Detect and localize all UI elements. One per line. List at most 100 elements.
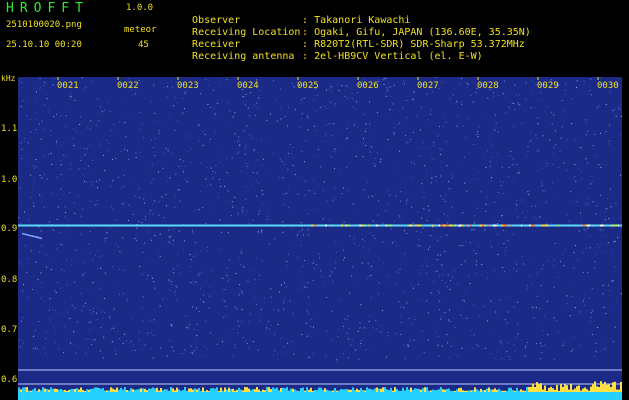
noise-speckle (130, 119, 131, 121)
noise-speckle (261, 260, 263, 262)
noise-speckle (563, 265, 565, 267)
noise-floor-spike (156, 387, 158, 392)
noise-speckle (352, 266, 354, 268)
noise-speckle (433, 281, 434, 283)
noise-speckle (500, 342, 502, 344)
noise-speckle (307, 282, 309, 283)
noise-speckle (603, 149, 605, 151)
noise-speckle (66, 333, 68, 335)
noise-speckle (73, 128, 75, 130)
noise-speckle (414, 188, 416, 190)
noise-speckle (166, 180, 168, 182)
noise-speckle (167, 150, 169, 152)
noise-speckle (604, 211, 606, 213)
noise-speckle (489, 240, 491, 242)
noise-speckle (356, 215, 358, 217)
noise-speckle (454, 327, 456, 329)
noise-speckle (289, 300, 291, 302)
noise-speckle (605, 243, 607, 245)
noise-speckle (394, 220, 395, 222)
noise-speckle (287, 126, 288, 128)
noise-speckle (458, 305, 460, 306)
noise-speckle (158, 193, 159, 195)
noise-speckle (252, 172, 254, 174)
noise-speckle (135, 349, 136, 351)
noise-speckle (138, 333, 140, 335)
noise-speckle (485, 210, 487, 212)
noise-speckle (603, 152, 605, 154)
noise-speckle (33, 348, 35, 350)
noise-speckle (212, 207, 214, 209)
noise-speckle (163, 87, 165, 89)
noise-speckle (143, 303, 145, 305)
noise-speckle (219, 219, 221, 221)
noise-speckle (120, 187, 122, 189)
noise-speckle (47, 356, 49, 357)
noise-speckle (285, 158, 287, 160)
noise-speckle (216, 151, 218, 153)
noise-speckle (524, 355, 525, 357)
noise-speckle (372, 235, 374, 237)
noise-floor-spike (198, 387, 200, 392)
noise-speckle (258, 278, 260, 280)
noise-speckle (96, 200, 98, 202)
noise-speckle (448, 319, 450, 321)
noise-speckle (561, 126, 563, 128)
noise-speckle (175, 294, 177, 296)
noise-speckle (302, 234, 304, 236)
noise-speckle (86, 148, 88, 150)
noise-speckle (99, 143, 101, 145)
noise-speckle (70, 108, 72, 110)
noise-speckle (325, 330, 327, 332)
noise-speckle (476, 131, 478, 133)
noise-speckle (439, 339, 441, 341)
noise-floor-spike (534, 387, 536, 392)
noise-speckle (58, 348, 60, 350)
noise-speckle (123, 202, 125, 204)
noise-speckle (82, 262, 84, 264)
noise-speckle (348, 338, 350, 340)
noise-speckle (584, 279, 586, 281)
noise-speckle (551, 111, 552, 113)
noise-speckle (499, 180, 501, 182)
noise-floor-spike (544, 385, 546, 392)
noise-floor-spike (422, 387, 424, 392)
noise-speckle (611, 280, 613, 282)
noise-speckle (327, 295, 329, 297)
noise-speckle (595, 264, 597, 266)
noise-speckle (365, 349, 367, 351)
noise-speckle (289, 159, 290, 161)
noise-speckle (52, 84, 54, 86)
noise-floor-spike (490, 389, 492, 392)
noise-speckle (305, 322, 307, 324)
noise-speckle (44, 104, 46, 106)
noise-speckle (343, 221, 345, 223)
noise-speckle (567, 214, 568, 216)
noise-speckle (270, 296, 272, 298)
carrier-highlight (617, 224, 619, 227)
noise-floor-spike (280, 388, 282, 392)
noise-speckle (189, 316, 191, 317)
noise-speckle (505, 247, 507, 248)
noise-speckle (540, 339, 542, 340)
noise-speckle (160, 239, 162, 241)
noise-speckle (24, 141, 26, 143)
noise-speckle (153, 281, 155, 283)
noise-speckle (70, 93, 72, 94)
noise-speckle (76, 255, 78, 257)
noise-speckle (516, 164, 518, 166)
noise-speckle (81, 310, 83, 312)
noise-speckle (89, 330, 91, 332)
noise-speckle (496, 358, 498, 360)
noise-speckle (332, 123, 334, 125)
noise-speckle (377, 111, 378, 113)
noise-speckle (126, 340, 127, 342)
noise-speckle (517, 216, 519, 218)
noise-speckle (435, 77, 437, 79)
noise-speckle (403, 159, 405, 161)
noise-speckle (521, 256, 523, 258)
noise-speckle (245, 148, 247, 150)
noise-speckle (87, 127, 89, 129)
noise-speckle (397, 347, 399, 349)
noise-speckle (173, 272, 175, 274)
